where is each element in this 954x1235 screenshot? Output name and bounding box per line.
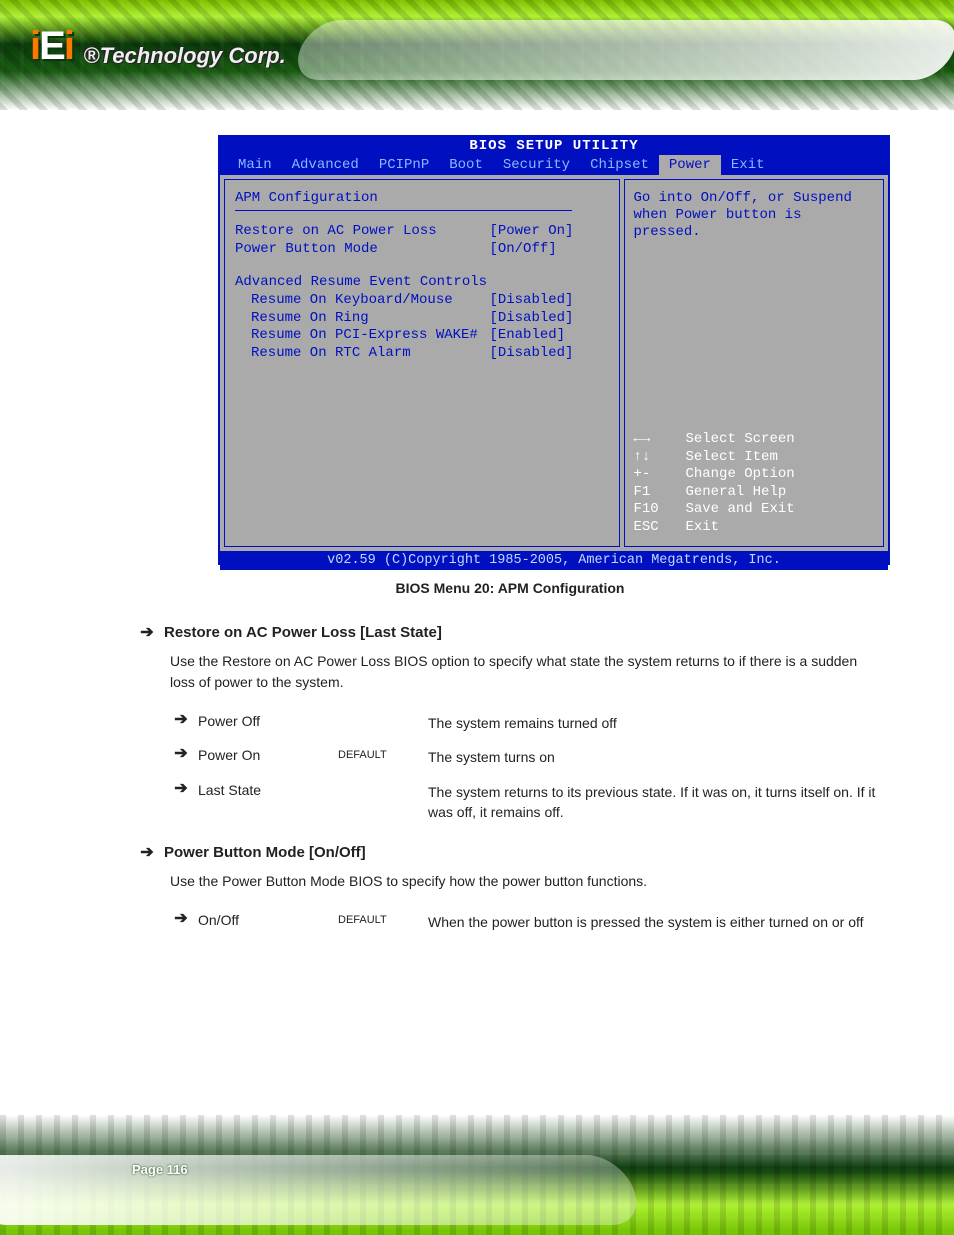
bios-option-value: [On/Off] — [489, 241, 609, 259]
option-value-term: Power On — [198, 747, 328, 763]
option-value-term: Last State — [198, 782, 328, 798]
option-value-note — [338, 782, 418, 784]
bios-option-value: [Disabled] — [489, 310, 609, 328]
arrow-right-icon: ➔ — [174, 912, 188, 926]
option-value-term: On/Off — [198, 912, 328, 928]
option-value-explanation: When the power button is pressed the sys… — [428, 912, 880, 932]
figure-caption: BIOS Menu 20: APM Configuration — [140, 580, 880, 596]
bios-tab-chipset[interactable]: Chipset — [580, 155, 659, 175]
option-title: Power Button Mode [On/Off] — [164, 844, 366, 861]
option-heading: ➔ Restore on AC Power Loss [Last State] — [140, 624, 880, 641]
bios-right-pane: Go into On/Off, or Suspend when Power bu… — [624, 179, 884, 547]
option-values-list: ➔ Power Off The system remains turned of… — [174, 713, 880, 822]
option-values-list: ➔ On/Off DEFAULT When the power button i… — [174, 912, 880, 932]
option-value-note: DEFAULT — [338, 912, 418, 926]
bios-option-row[interactable]: Resume On RTC Alarm [Disabled] — [235, 345, 609, 363]
bios-left-pane: APM Configuration Restore on AC Power Lo… — [224, 179, 620, 547]
logo-tagline: ®Technology Corp. — [83, 43, 285, 69]
bios-option-row[interactable]: Power Button Mode [On/Off] — [235, 241, 609, 259]
page-header-banner: iEi ®Technology Corp. — [0, 0, 954, 110]
divider — [235, 210, 572, 211]
bios-option-label: Resume On RTC Alarm — [251, 345, 489, 363]
key-row: F1General Help — [633, 484, 875, 502]
option-description: Use the Restore on AC Power Loss BIOS op… — [170, 651, 880, 693]
bios-footer: v02.59 (C)Copyright 1985-2005, American … — [220, 551, 888, 570]
brand-logo: iEi ®Technology Corp. — [30, 24, 286, 69]
bios-option-value: [Enabled] — [489, 327, 609, 345]
bios-tab-boot[interactable]: Boot — [439, 155, 493, 175]
arrow-right-icon: ➔ — [140, 626, 154, 640]
bios-option-label: Resume On Keyboard/Mouse — [251, 292, 489, 310]
bios-option-value: [Power On] — [489, 223, 609, 241]
option-value-row: ➔ Power On DEFAULT The system turns on — [174, 747, 880, 767]
key-row: ESCExit — [633, 519, 875, 537]
page-number: Page 116 — [132, 1162, 188, 1177]
bios-subsection-title: Advanced Resume Event Controls — [235, 274, 609, 290]
option-description: Use the Power Button Mode BIOS to specif… — [170, 871, 880, 892]
doc-body: BIOS Menu 20: APM Configuration ➔ Restor… — [140, 580, 880, 946]
option-value-note — [338, 713, 418, 715]
option-value-explanation: The system turns on — [428, 747, 880, 767]
bios-option-row[interactable]: Restore on AC Power Loss [Power On] — [235, 223, 609, 241]
bios-option-label: Power Button Mode — [235, 241, 489, 259]
bios-tab-pcipnp[interactable]: PCIPnP — [369, 155, 439, 175]
bios-section-title: APM Configuration — [235, 190, 609, 206]
option-value-term: Power Off — [198, 713, 328, 729]
option-value-note: DEFAULT — [338, 747, 418, 761]
arrow-right-icon: ➔ — [140, 846, 154, 860]
arrow-right-icon: ➔ — [174, 713, 188, 727]
option-heading: ➔ Power Button Mode [On/Off] — [140, 844, 880, 861]
bios-tab-security[interactable]: Security — [493, 155, 580, 175]
bios-screenshot: BIOS SETUP UTILITY Main Advanced PCIPnP … — [218, 135, 890, 565]
bios-option-label: Resume On PCI-Express WAKE# — [251, 327, 489, 345]
option-value-row: ➔ Power Off The system remains turned of… — [174, 713, 880, 733]
bios-option-row[interactable]: Resume On PCI-Express WAKE# [Enabled] — [235, 327, 609, 345]
logo-mark: iEi — [30, 24, 73, 69]
arrow-right-icon: ➔ — [174, 747, 188, 761]
key-row: +-Change Option — [633, 466, 875, 484]
option-value-explanation: The system remains turned off — [428, 713, 880, 733]
bios-tabs: Main Advanced PCIPnP Boot Security Chips… — [220, 155, 888, 175]
bios-option-value: [Disabled] — [489, 345, 609, 363]
bios-body: APM Configuration Restore on AC Power Lo… — [220, 175, 888, 551]
bios-option-row[interactable]: Resume On Ring [Disabled] — [235, 310, 609, 328]
key-row: ←→Select Screen — [633, 431, 875, 449]
bios-option-row[interactable]: Resume On Keyboard/Mouse [Disabled] — [235, 292, 609, 310]
arrow-right-icon: ➔ — [174, 782, 188, 796]
bios-option-label: Restore on AC Power Loss — [235, 223, 489, 241]
option-title: Restore on AC Power Loss [Last State] — [164, 624, 442, 641]
bios-title: BIOS SETUP UTILITY — [220, 137, 888, 155]
option-value-explanation: The system returns to its previous state… — [428, 782, 880, 823]
bios-tab-power[interactable]: Power — [659, 155, 721, 175]
option-value-row: ➔ On/Off DEFAULT When the power button i… — [174, 912, 880, 932]
option-value-row: ➔ Last State The system returns to its p… — [174, 782, 880, 823]
bios-tab-main[interactable]: Main — [228, 155, 282, 175]
bios-help-text: Go into On/Off, or Suspend when Power bu… — [633, 190, 875, 240]
bios-option-label: Resume On Ring — [251, 310, 489, 328]
bios-option-value: [Disabled] — [489, 292, 609, 310]
key-row: F10Save and Exit — [633, 501, 875, 519]
bios-key-legend: ←→Select Screen ↑↓Select Item +-Change O… — [633, 431, 875, 536]
key-row: ↑↓Select Item — [633, 449, 875, 467]
bios-tab-exit[interactable]: Exit — [721, 155, 775, 175]
bios-tab-advanced[interactable]: Advanced — [282, 155, 369, 175]
